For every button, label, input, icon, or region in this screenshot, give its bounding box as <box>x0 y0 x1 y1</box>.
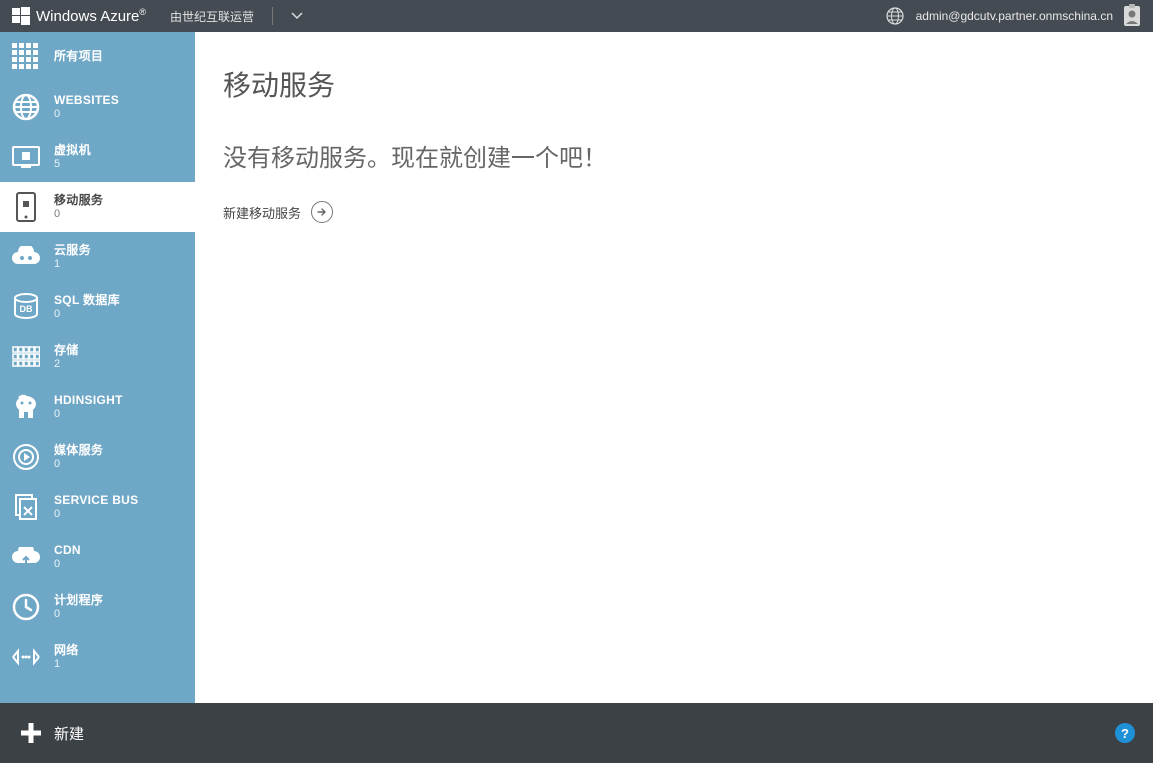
sidebar-item-scheduler[interactable]: 计划程序0 <box>0 582 195 632</box>
sidebar-item-count: 1 <box>54 258 91 271</box>
create-link-label: 新建移动服务 <box>223 203 301 222</box>
new-button-label: 新建 <box>54 723 84 744</box>
footer-bar: 新建 ? <box>0 703 1153 763</box>
user-email[interactable]: admin@gdcutv.partner.onmschina.cn <box>916 9 1113 23</box>
help-icon[interactable]: ? <box>1115 723 1135 743</box>
avatar-icon[interactable] <box>1119 3 1145 29</box>
mobile-icon <box>10 191 42 223</box>
brand-text: Windows Azure® <box>36 7 146 25</box>
grid-icon <box>10 41 42 73</box>
sidebar-item-label: WEBSITES <box>54 94 119 108</box>
sidebar-item-websites[interactable]: WEBSITES0 <box>0 82 195 132</box>
sidebar-item-label: 云服务 <box>54 244 91 258</box>
arrow-right-circle-icon <box>311 201 333 223</box>
globe-icon[interactable] <box>886 7 904 25</box>
sidebar-item-label: HDINSIGHT <box>54 394 123 408</box>
sidebar-item-sql[interactable]: DB SQL 数据库0 <box>0 282 195 332</box>
sidebar-item-grid[interactable]: 所有项目 <box>0 32 195 82</box>
sidebar-item-mobile[interactable]: 移动服务0 <box>0 182 195 232</box>
sidebar-item-servicebus[interactable]: SERVICE BUS0 <box>0 482 195 532</box>
sidebar-item-count: 0 <box>54 408 123 421</box>
new-button[interactable]: 新建 <box>18 720 84 746</box>
sidebar: 所有项目WEBSITES0虚拟机5移动服务0云服务1DBSQL 数据库0存储2H… <box>0 32 195 703</box>
sidebar-item-label: CDN <box>54 544 81 558</box>
sidebar-item-label: 计划程序 <box>54 594 103 608</box>
sidebar-item-count: 0 <box>54 208 103 221</box>
sidebar-item-label: 虚拟机 <box>54 144 91 158</box>
svg-text:DB: DB <box>20 304 33 314</box>
sidebar-item-count: 0 <box>54 508 138 521</box>
sidebar-item-count: 0 <box>54 608 103 621</box>
sidebar-item-label: 网络 <box>54 644 79 658</box>
storage-icon <box>10 341 42 373</box>
network-icon <box>10 641 42 673</box>
scheduler-icon <box>10 591 42 623</box>
header-bar: Windows Azure® 由世纪互联运营 admin@gdcutv.part… <box>0 0 1153 32</box>
header-divider <box>272 7 273 25</box>
sidebar-item-count: 1 <box>54 658 79 671</box>
sidebar-item-count: 5 <box>54 158 91 171</box>
sidebar-item-label: 所有项目 <box>54 50 103 64</box>
sidebar-item-count: 0 <box>54 558 81 571</box>
create-mobile-service-link[interactable]: 新建移动服务 <box>223 201 333 223</box>
brand-block[interactable]: Windows Azure® 由世纪互联运营 <box>8 7 303 25</box>
sidebar-item-count: 0 <box>54 308 120 321</box>
empty-state-message: 没有移动服务。现在就创建一个吧！ <box>223 138 1125 173</box>
sidebar-item-vm[interactable]: 虚拟机5 <box>0 132 195 182</box>
sidebar-item-label: SQL 数据库 <box>54 294 120 308</box>
sub-brand-text: 由世纪互联运营 <box>170 8 254 25</box>
sidebar-item-storage[interactable]: 存储2 <box>0 332 195 382</box>
sidebar-item-count: 0 <box>54 108 119 121</box>
sidebar-item-hdinsight[interactable]: HDINSIGHT0 <box>0 382 195 432</box>
page-title: 移动服务 <box>223 64 1125 104</box>
sidebar-item-label: SERVICE BUS <box>54 494 138 508</box>
websites-icon <box>10 91 42 123</box>
chevron-down-icon[interactable] <box>291 10 303 22</box>
sidebar-item-cloud[interactable]: 云服务1 <box>0 232 195 282</box>
sidebar-item-label: 媒体服务 <box>54 444 103 458</box>
sql-icon: DB <box>10 291 42 323</box>
media-icon <box>10 441 42 473</box>
sidebar-item-network[interactable]: 网络1 <box>0 632 195 682</box>
sidebar-item-label: 存储 <box>54 344 79 358</box>
cdn-icon <box>10 541 42 573</box>
sidebar-item-media[interactable]: 媒体服务0 <box>0 432 195 482</box>
sidebar-item-count: 0 <box>54 458 103 471</box>
main-content: 移动服务 没有移动服务。现在就创建一个吧！ 新建移动服务 <box>195 32 1153 703</box>
hdinsight-icon <box>10 391 42 423</box>
sidebar-item-count: 2 <box>54 358 79 371</box>
cloud-icon <box>10 241 42 273</box>
vm-icon <box>10 141 42 173</box>
windows-logo-icon <box>12 7 30 25</box>
plus-icon <box>18 720 44 746</box>
sidebar-item-label: 移动服务 <box>54 194 103 208</box>
servicebus-icon <box>10 491 42 523</box>
sidebar-item-cdn[interactable]: CDN0 <box>0 532 195 582</box>
